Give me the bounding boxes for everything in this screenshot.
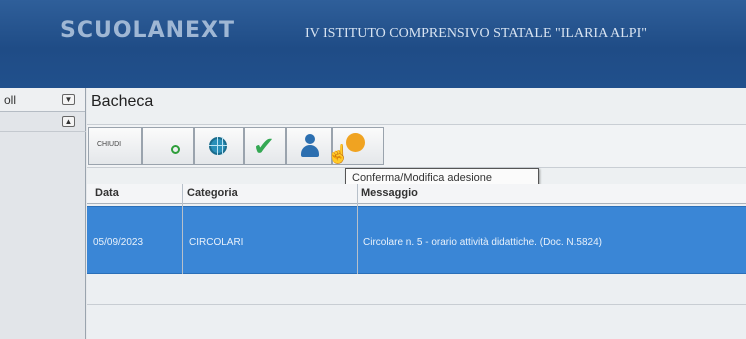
column-header-message[interactable]: Messaggio [361, 187, 418, 199]
table-empty-area [87, 274, 746, 339]
row-category: CIRCOLARI [189, 237, 244, 248]
confirm-adhesion-button[interactable] [286, 127, 332, 165]
row-date: 05/09/2023 [93, 237, 144, 248]
app-logo: SCUOLANEXT [60, 18, 236, 43]
close-button[interactable]: CHIUDI [88, 127, 142, 165]
publish-button[interactable] [194, 127, 244, 165]
hand-cursor-icon: ☝ [327, 144, 350, 164]
left-panel-header: oll ▼ [0, 88, 85, 112]
person-icon [300, 134, 320, 160]
main-panel: Bacheca CHIUDI ✔ ☝ Conferma/Modifica ade… [87, 88, 746, 339]
globe-icon [209, 137, 227, 155]
app-window: SCUOLANEXT IV ISTITUTO COMPRENSIVO STATA… [0, 0, 746, 339]
column-header-category[interactable]: Categoria [187, 187, 238, 199]
app-header: SCUOLANEXT IV ISTITUTO COMPRENSIVO STATA… [0, 0, 746, 88]
left-panel-label: oll [4, 93, 17, 107]
new-icon [171, 145, 180, 154]
table-header: Data Categoria Messaggio [87, 184, 746, 204]
expand-button[interactable]: ▲ [62, 116, 75, 127]
toolbar: CHIUDI ✔ ☝ [87, 124, 746, 168]
collapse-button[interactable]: ▼ [62, 94, 75, 105]
left-panel-row: ▲ [0, 112, 86, 132]
school-name: IV ISTITUTO COMPRENSIVO STATALE "ILARIA … [305, 26, 647, 41]
table-row[interactable]: 05/09/2023 CIRCOLARI Circolare n. 5 - or… [87, 206, 746, 274]
checkmark-icon: ✔ [253, 132, 275, 162]
page-title: Bacheca [91, 93, 154, 110]
close-button-label: CHIUDI [97, 141, 122, 148]
column-divider [182, 184, 183, 274]
column-header-date[interactable]: Data [95, 187, 119, 199]
row-message: Circolare n. 5 - orario attività didatti… [363, 237, 602, 248]
new-button[interactable] [142, 127, 194, 165]
left-panel: oll ▼ ▲ [0, 88, 86, 339]
confirm-read-button[interactable]: ✔ [244, 127, 286, 165]
column-divider [357, 184, 358, 274]
row-divider [87, 304, 746, 305]
